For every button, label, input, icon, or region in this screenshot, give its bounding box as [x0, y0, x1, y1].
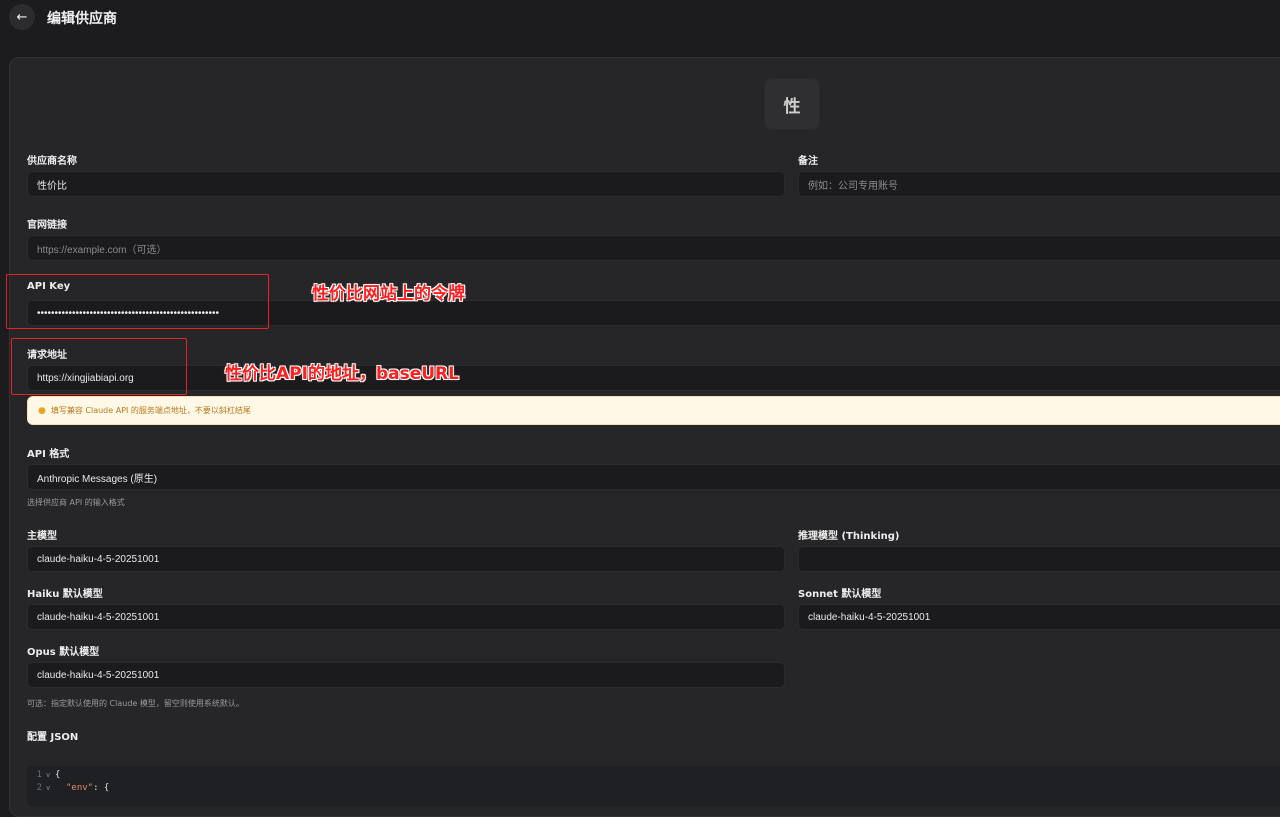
code-key: "env" [66, 782, 94, 793]
api-format-hint: 选择供应商 API 的输入格式 [27, 498, 125, 507]
arrow-left-icon: ← [16, 9, 28, 25]
models-hint: 可选：指定默认使用的 Claude 模型，留空则使用系统默认。 [27, 699, 244, 708]
code-line: 1 v { [27, 768, 61, 781]
main-model-label: 主模型 [27, 531, 57, 542]
config-json-editor[interactable]: 1 v { 2 v "env" : { [27, 766, 1280, 806]
note-input[interactable]: 例如：公司专用账号 [798, 171, 1280, 197]
haiku-model-label: Haiku 默认模型 [27, 589, 103, 600]
reasoning-model-input[interactable] [798, 546, 1280, 572]
website-input[interactable]: https://example.com（可选） [27, 235, 1280, 261]
opus-model-input[interactable]: claude-haiku-4-5-20251001 [27, 662, 785, 688]
opus-model-label: Opus 默认模型 [27, 647, 100, 658]
haiku-model-input[interactable]: claude-haiku-4-5-20251001 [27, 604, 785, 630]
request-url-notice: ● 填写兼容 Claude API 的服务端点地址，不要以斜杠结尾 [27, 396, 1280, 425]
api-format-select[interactable]: Anthropic Messages (原生) [27, 464, 1280, 490]
website-label: 官网链接 [27, 220, 67, 231]
notice-text: 填写兼容 Claude API 的服务端点地址，不要以斜杠结尾 [50, 406, 251, 415]
back-button[interactable]: ← [9, 4, 35, 30]
sonnet-model-input[interactable]: claude-haiku-4-5-20251001 [798, 604, 1280, 630]
api-key-highlight-box [6, 274, 269, 329]
request-url-highlight-box [11, 338, 187, 395]
note-label: 备注 [798, 156, 818, 167]
fold-toggle-icon[interactable]: v [46, 771, 55, 779]
provider-name-input[interactable]: 性价比 [27, 171, 785, 197]
provider-name-label: 供应商名称 [27, 156, 77, 167]
code-text: : { [93, 782, 110, 793]
api-key-annotation: 性价比网站上的令牌 [312, 284, 465, 304]
page-title: 编辑供应商 [47, 11, 117, 27]
code-line: 2 v "env" : { [27, 781, 110, 794]
config-json-label: 配置 JSON [27, 732, 79, 743]
api-format-label: API 格式 [27, 449, 70, 460]
lightbulb-icon: ● [38, 405, 46, 416]
fold-toggle-icon[interactable]: v [46, 784, 55, 792]
provider-avatar[interactable]: 性 [764, 78, 820, 130]
request-url-annotation: 性价比API的地址，baseURL [225, 364, 459, 384]
reasoning-model-label: 推理模型 (Thinking) [798, 531, 900, 542]
code-text: { [55, 769, 61, 780]
top-bar: ← 编辑供应商 [0, 0, 1280, 40]
request-url-input[interactable]: https://xingjiabiapi.org [27, 365, 1280, 391]
line-number: 2 [36, 782, 42, 793]
main-model-input[interactable]: claude-haiku-4-5-20251001 [27, 546, 785, 572]
sonnet-model-label: Sonnet 默认模型 [798, 589, 882, 600]
line-number: 1 [36, 769, 42, 780]
